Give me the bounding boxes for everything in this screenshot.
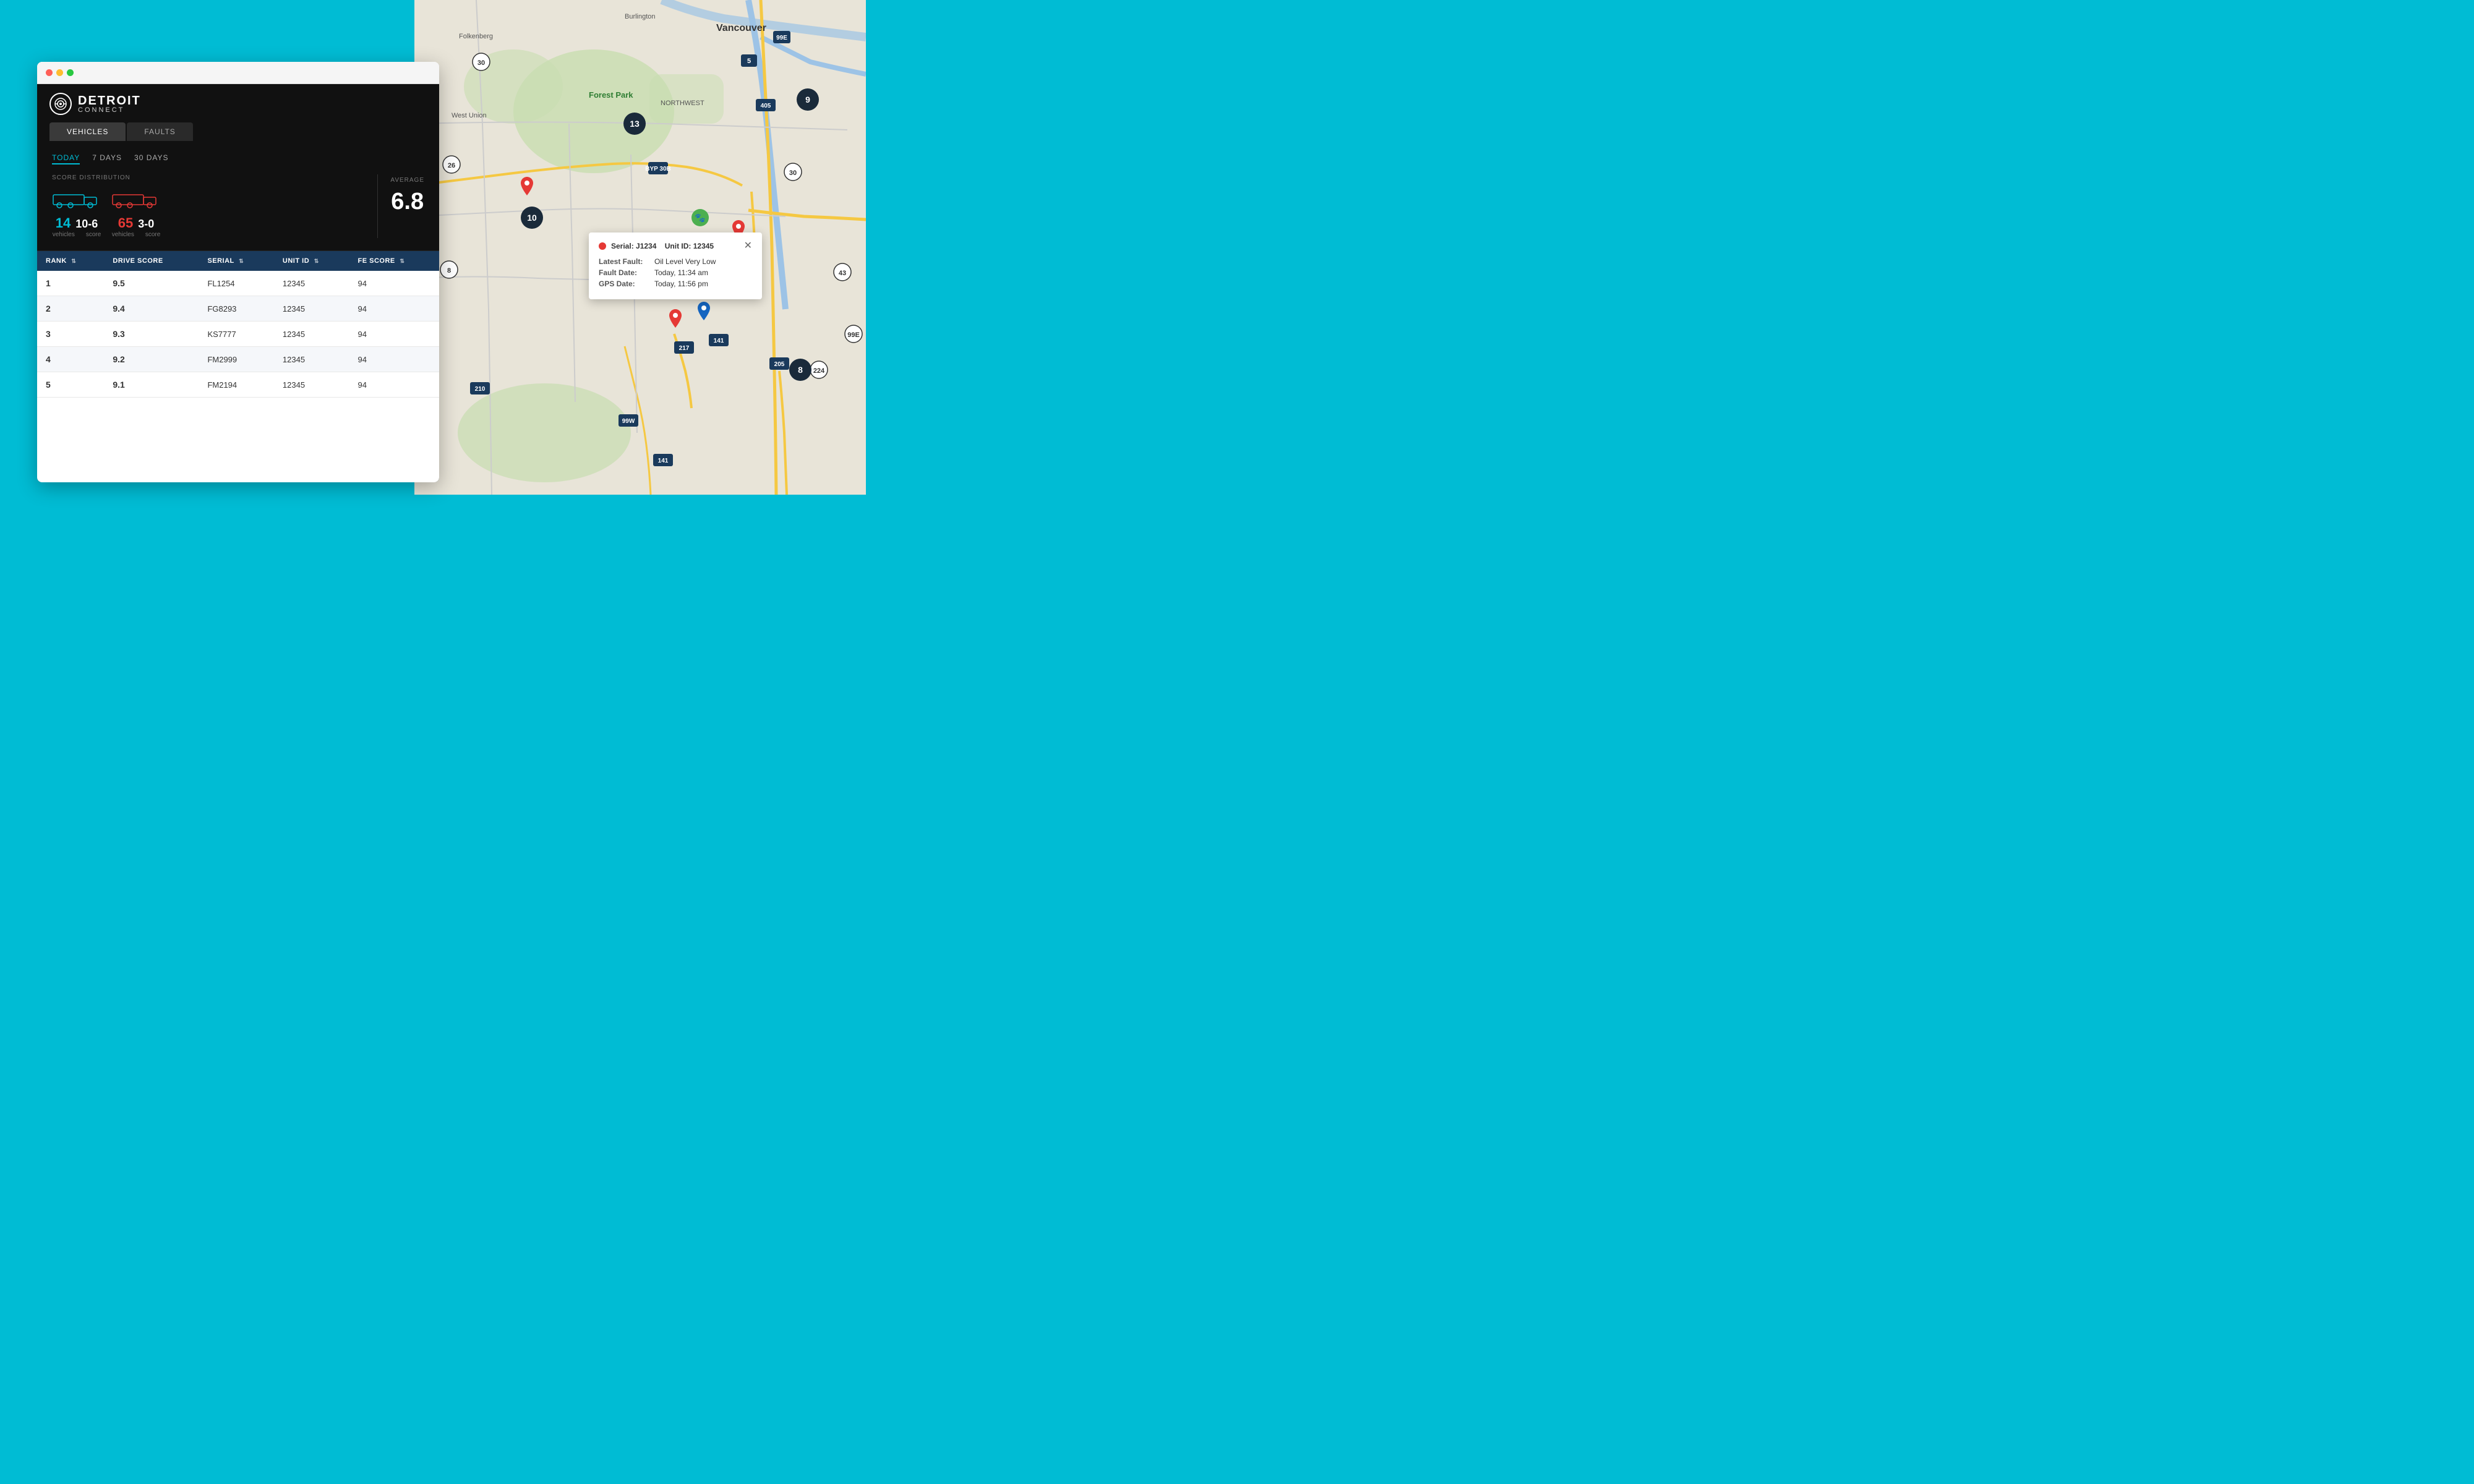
score-card-2-numbers: 65 3-0 [118,215,155,231]
svg-text:141: 141 [714,338,724,344]
score-divider [377,174,378,238]
svg-text:NORTHWEST: NORTHWEST [661,100,704,107]
nav-tab-vehicles[interactable]: VEHICLES [49,122,126,141]
truck-icon-1 [52,189,101,211]
svg-text:217: 217 [679,345,690,352]
svg-text:99E: 99E [776,35,787,41]
score-left: SCORE DISTRIBUTION [52,174,365,238]
maximize-button[interactable] [67,69,74,76]
app-header: DETROIT CONNECT VEHICLES FAULTS [37,84,439,141]
score-cards: 14 10-6 vehicles score [52,189,365,238]
svg-text:224: 224 [813,367,825,375]
app-name: DETROIT CONNECT [78,95,141,114]
col-drive-score: DRIVE SCORE [104,251,199,271]
svg-text:99E: 99E [847,331,860,339]
map-pin-red-1[interactable] [521,177,533,198]
nav-tabs: VEHICLES FAULTS [49,122,427,141]
popup-status-dot [599,242,606,250]
time-tab-30days[interactable]: 30 DAYS [134,153,168,164]
fe-score-sort-icon: ⇅ [400,258,404,265]
app-logo: DETROIT CONNECT [49,93,427,115]
score-card-1-numbers: 14 10-6 [56,215,98,231]
map-pin-red-3[interactable] [669,309,682,331]
svg-text:Burlington: Burlington [625,13,656,20]
close-button[interactable] [46,69,53,76]
svg-text:141: 141 [658,458,669,464]
svg-text:405: 405 [761,103,771,109]
svg-text:210: 210 [475,386,486,393]
popup-close-button[interactable]: ✕ [744,241,752,251]
browser-window-controls [46,69,74,76]
table-body: 1 9.5 FL1254 12345 94 2 9.4 FG8293 12345… [37,271,439,398]
col-fe-score[interactable]: FE SCORE ⇅ [349,251,439,271]
time-tab-7days[interactable]: 7 DAYS [92,153,122,164]
map-area[interactable]: 8 30 26 5 405 217 205 BYP 30B 99E 30 43 … [414,0,866,495]
svg-text:Vancouver: Vancouver [716,23,766,33]
svg-text:205: 205 [774,361,785,368]
svg-text:Folkenberg: Folkenberg [459,33,493,40]
score-card-1: 14 10-6 vehicles score [52,189,101,238]
browser-titlebar [37,62,439,84]
average-value: 6.8 [391,189,424,215]
score-average: AVERAGE 6.8 [390,174,424,215]
map-popup: Serial: J1234 Unit ID: 12345 ✕ Latest Fa… [589,232,762,299]
svg-text:30: 30 [789,169,797,177]
average-label: AVERAGE [390,177,424,184]
map-pin-blue-1[interactable] [698,302,710,323]
svg-text:Forest Park: Forest Park [589,90,633,100]
nav-tab-faults[interactable]: FAULTS [127,122,192,141]
map-cluster-8[interactable]: 8 [789,359,811,381]
time-tab-today[interactable]: TODAY [52,153,80,164]
svg-text:30: 30 [477,59,485,67]
truck-icon-2 [111,189,161,211]
table-row[interactable]: 1 9.5 FL1254 12345 94 [37,271,439,296]
svg-text:43: 43 [839,270,846,277]
svg-text:West Union: West Union [452,112,487,119]
svg-text:5: 5 [747,58,751,65]
app-content: TODAY 7 DAYS 30 DAYS SCORE DISTRIBUTION [37,141,439,482]
minimize-button[interactable] [56,69,63,76]
map-cluster-10[interactable]: 10 [521,207,543,229]
map-cluster-13[interactable]: 13 [623,113,646,135]
logo-icon [49,93,72,115]
col-rank[interactable]: RANK ⇅ [37,251,104,271]
table-row[interactable]: 4 9.2 FM2999 12345 94 [37,347,439,372]
table-section: RANK ⇅ DRIVE SCORE SERIAL ⇅ UNIT ID ⇅ [37,251,439,482]
unit-id-sort-icon: ⇅ [314,258,319,265]
svg-text:8: 8 [447,267,451,275]
browser-window: DETROIT CONNECT VEHICLES FAULTS TODAY [37,62,439,482]
map-cluster-9[interactable]: 9 [797,88,819,111]
svg-text:99W: 99W [622,418,635,425]
svg-text:BYP 30B: BYP 30B [645,166,671,173]
table-row[interactable]: 5 9.1 FM2194 12345 94 [37,372,439,398]
score-section: TODAY 7 DAYS 30 DAYS SCORE DISTRIBUTION [37,141,439,251]
rank-sort-icon: ⇅ [71,258,76,265]
col-serial[interactable]: SERIAL ⇅ [199,251,273,271]
col-unit-id[interactable]: UNIT ID ⇅ [274,251,349,271]
table-row[interactable]: 3 9.3 KS7777 12345 94 [37,322,439,347]
score-row: SCORE DISTRIBUTION [52,174,424,238]
time-tabs: TODAY 7 DAYS 30 DAYS [52,153,424,164]
oregon-zoo-icon: 🐾 [691,209,709,226]
svg-text:26: 26 [448,162,455,169]
score-card-2: 65 3-0 vehicles score [111,189,161,238]
table-row[interactable]: 2 9.4 FG8293 12345 94 [37,296,439,322]
serial-sort-icon: ⇅ [239,258,244,265]
score-distribution-label: SCORE DISTRIBUTION [52,174,365,181]
vehicles-table: RANK ⇅ DRIVE SCORE SERIAL ⇅ UNIT ID ⇅ [37,251,439,398]
